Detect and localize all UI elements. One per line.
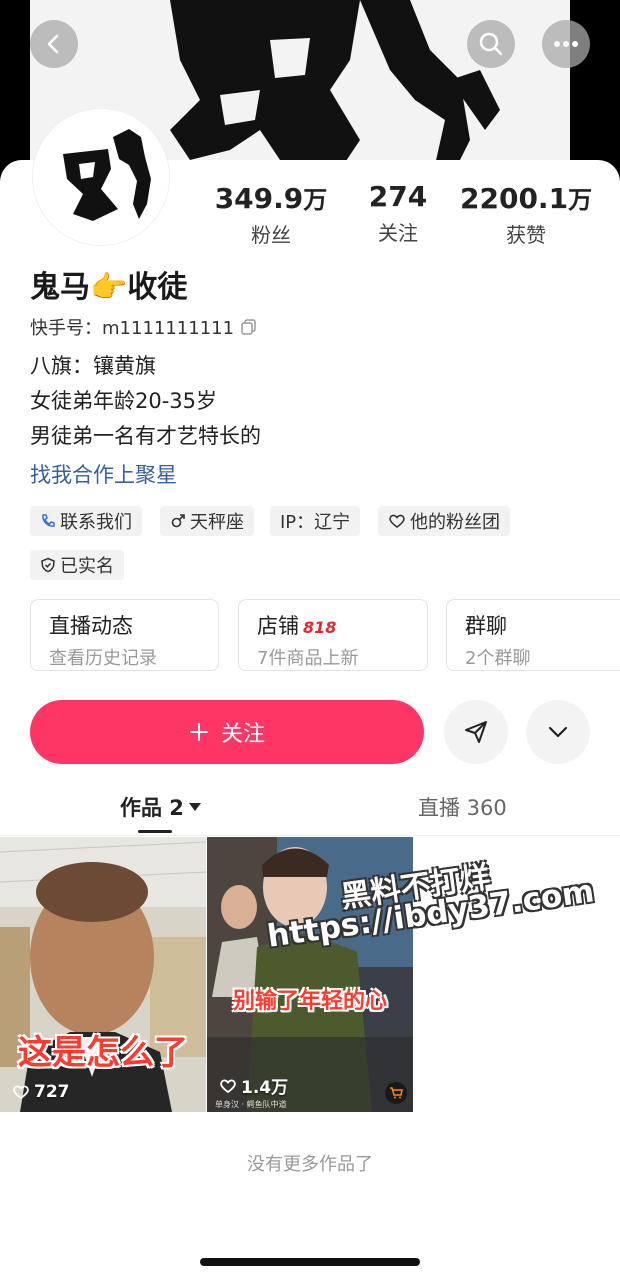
heart-outline-icon <box>13 1085 29 1100</box>
follow-label: 关注 <box>220 722 265 747</box>
bio-line: 男徒弟一名有才艺特长的 <box>30 424 261 448</box>
shop-cart-badge[interactable] <box>385 1082 407 1104</box>
collab-link[interactable]: 找我合作上聚星 <box>30 459 177 489</box>
stat-following[interactable]: 274 关注 <box>362 180 434 246</box>
likes-count: 1.4万 <box>241 1078 289 1098</box>
entry-live-history[interactable]: 直播动态 查看历史记录 <box>30 599 219 671</box>
chevron-left-icon <box>47 34 59 54</box>
tab-label: 作品 2 <box>120 796 184 820</box>
caret-down-icon <box>188 803 201 811</box>
tab-live[interactable]: 直播 360 <box>418 792 507 822</box>
plus-icon <box>189 723 208 741</box>
stat-label: 粉丝 <box>251 223 291 247</box>
entry-shop[interactable]: 店铺 818 7件商品上新 <box>238 599 428 671</box>
search-icon <box>479 32 503 56</box>
stat-likes[interactable]: 2200.1万 获赞 <box>460 180 592 248</box>
stat-number: 2200.1万 <box>460 180 592 215</box>
bio-line: 八旗：镶黄旗 <box>30 354 156 378</box>
stat-value: 2200.1 <box>460 182 569 215</box>
entry-title: 直播动态 <box>49 614 133 638</box>
heart-outline-icon <box>389 514 405 528</box>
stat-number: 349.9万 <box>212 180 330 215</box>
copy-icon[interactable] <box>240 318 258 336</box>
stats-row: 349.9万 粉丝 274 关注 2200.1万 获赞 <box>0 180 620 250</box>
more-horizontal-icon <box>554 41 578 47</box>
phone-icon <box>42 514 55 527</box>
more-button[interactable] <box>542 20 590 68</box>
tag-label: 已实名 <box>60 556 114 577</box>
stat-number: 274 <box>362 180 434 213</box>
entry-group-chat[interactable]: 群聊 2个群聊 <box>446 599 620 671</box>
bio-line: 女徒弟年龄20-35岁 <box>30 389 218 413</box>
active-tab-indicator <box>138 830 172 833</box>
heart-outline-icon <box>220 1079 236 1093</box>
tag-label: 联系我们 <box>60 512 132 533</box>
tab-label: 直播 360 <box>418 796 507 820</box>
shop-promo-badge: 818 <box>303 618 337 637</box>
search-button[interactable] <box>467 20 515 68</box>
entry-title-row: 店铺 818 <box>257 610 409 640</box>
tag-label: 天秤座 <box>190 512 244 533</box>
share-button[interactable] <box>444 700 508 764</box>
stat-label: 关注 <box>378 221 418 245</box>
video-thumbnail[interactable]: 这是怎么了 727 <box>0 837 206 1112</box>
tag-fan-club[interactable]: 他的粉丝团 <box>378 506 510 536</box>
male-icon <box>171 514 185 528</box>
tag-label: 他的粉丝团 <box>410 512 500 533</box>
back-button[interactable] <box>30 20 78 68</box>
tag-verified: 已实名 <box>30 550 124 580</box>
account-id-row: 快手号：m1111111111 <box>30 314 258 340</box>
account-id: 快手号：m1111111111 <box>30 318 235 339</box>
stat-followers[interactable]: 349.9万 粉丝 <box>212 180 330 248</box>
entry-subtitle: 2个群聊 <box>465 648 531 669</box>
video-caption: 别输了年轻的心 <box>232 989 387 1014</box>
stat-unit: 万 <box>303 186 328 214</box>
send-icon <box>465 721 487 743</box>
video-likes: 1.4万 <box>219 1073 288 1098</box>
video-small-text: 单身汉 · 鳄鱼队中道 <box>215 1100 287 1109</box>
chevron-down-icon <box>548 726 568 738</box>
no-more-works-text: 没有更多作品了 <box>247 1154 373 1175</box>
stat-value: 349.9 <box>214 182 304 215</box>
likes-count: 727 <box>34 1082 70 1102</box>
profile-name: 鬼马👉收徒 <box>30 270 188 305</box>
stat-label: 获赞 <box>506 223 546 247</box>
stat-value: 274 <box>368 180 428 213</box>
home-indicator[interactable] <box>200 1258 420 1266</box>
entry-title: 店铺 <box>257 614 299 638</box>
stat-unit: 万 <box>568 186 593 214</box>
tag-ip: IP：辽宁 <box>270 506 361 536</box>
expand-button[interactable] <box>526 700 590 764</box>
video-caption: 这是怎么了 <box>18 1033 188 1073</box>
entry-subtitle: 查看历史记录 <box>49 648 157 669</box>
entry-title: 群聊 <box>465 614 507 638</box>
tag-contact[interactable]: 联系我们 <box>30 506 142 536</box>
entry-subtitle: 7件商品上新 <box>257 648 359 669</box>
tab-works[interactable]: 作品 2 <box>120 792 202 822</box>
tag-zodiac[interactable]: 天秤座 <box>160 506 254 536</box>
verified-shield-icon <box>41 557 55 573</box>
tag-label: IP：辽宁 <box>280 512 351 533</box>
video-likes: 727 <box>12 1082 70 1102</box>
content-tabs: 作品 2 直播 360 <box>0 784 620 836</box>
follow-button[interactable]: 关注 <box>30 700 424 764</box>
cart-icon <box>390 1087 403 1099</box>
